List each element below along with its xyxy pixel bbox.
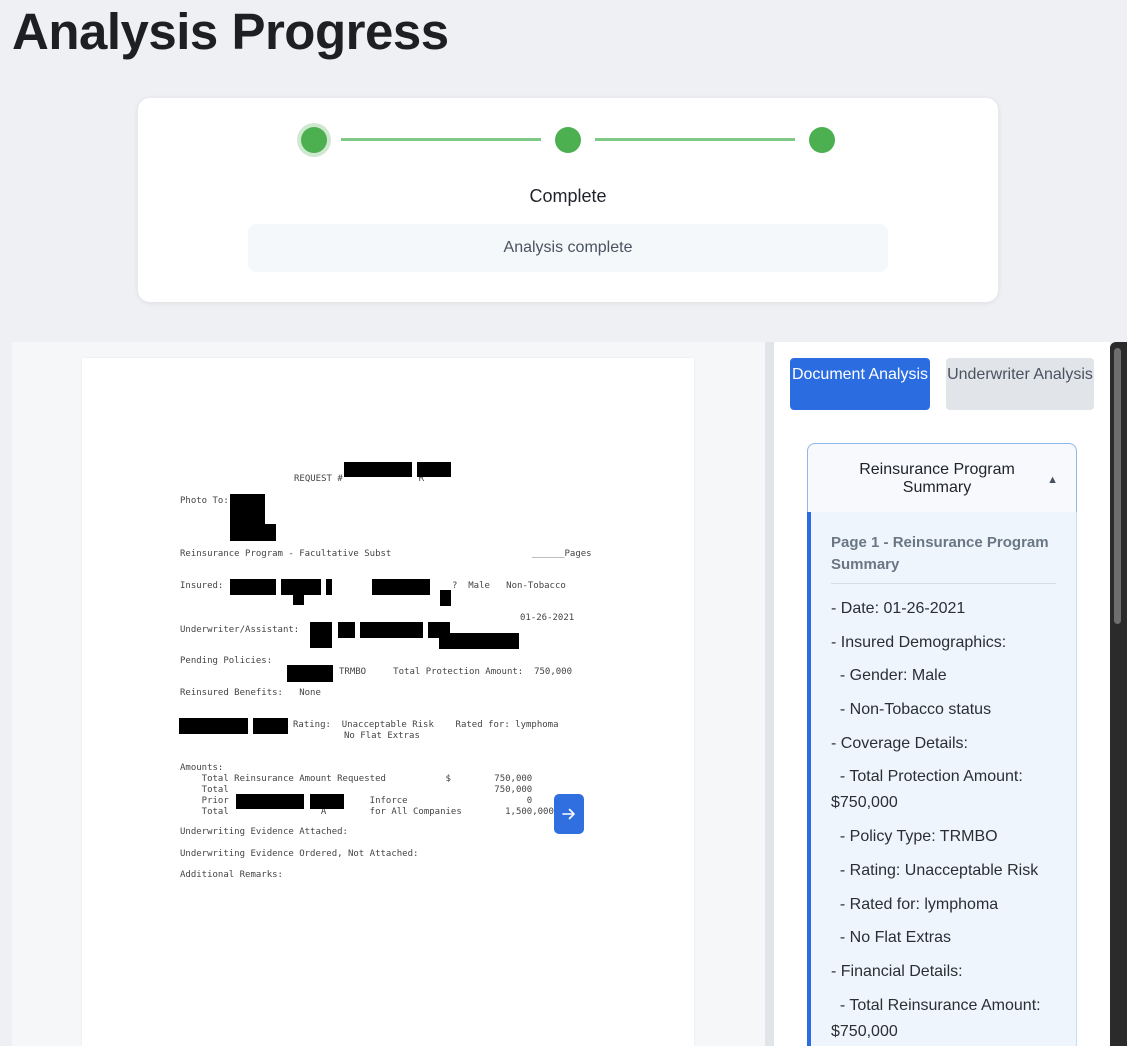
doc-remarks: Additional Remarks: bbox=[180, 870, 283, 880]
step-connector bbox=[341, 138, 541, 141]
accordion-title: Reinsurance Program Summary bbox=[859, 461, 1015, 496]
redaction bbox=[179, 718, 248, 734]
status-message: Analysis complete bbox=[248, 224, 888, 272]
summary-line: - Coverage Details: bbox=[831, 734, 968, 752]
doc-pending-details: TRMBO Total Protection Amount: 750,000 bbox=[339, 667, 572, 677]
step-connector bbox=[595, 138, 795, 141]
document-page: REQUEST # R Photo To: Reinsurance Progra… bbox=[82, 358, 694, 1046]
summary-line: - No Flat Extras bbox=[831, 929, 952, 947]
panel-divider[interactable] bbox=[765, 342, 774, 1046]
tab-document-analysis[interactable]: Document Analysis bbox=[790, 358, 930, 410]
redaction bbox=[344, 462, 412, 477]
document-viewer[interactable]: REQUEST # R Photo To: Reinsurance Progra… bbox=[12, 342, 765, 1046]
doc-rating: Rating: Unacceptable Risk Rated for: lym… bbox=[293, 720, 559, 730]
analysis-panel: Document Analysis Underwriter Analysis R… bbox=[774, 342, 1110, 1046]
page-title: Analysis Progress bbox=[12, 3, 449, 60]
scrollbar[interactable] bbox=[1110, 342, 1127, 1046]
redaction bbox=[230, 579, 276, 595]
redaction bbox=[310, 622, 332, 648]
summary-line: - Financial Details: bbox=[831, 962, 963, 980]
redaction bbox=[439, 633, 519, 649]
summary-line: - Gender: Male bbox=[831, 667, 947, 685]
arrow-right-icon bbox=[562, 808, 575, 820]
doc-insured-details: ? Male Non-Tobacco bbox=[452, 581, 566, 591]
summary-line: - Date: 01-26-2021 bbox=[831, 600, 966, 617]
redaction bbox=[326, 579, 332, 595]
doc-pages: ______Pages bbox=[532, 549, 592, 559]
redaction bbox=[440, 590, 451, 606]
redaction bbox=[230, 494, 265, 524]
doc-photo-to: Photo To: bbox=[180, 496, 229, 506]
redaction bbox=[338, 622, 355, 638]
summary-line: - Policy Type: TRMBO bbox=[831, 828, 998, 846]
summary-line: - Insured Demographics: bbox=[831, 633, 1007, 651]
doc-flat-extras: No Flat Extras bbox=[344, 731, 420, 741]
redaction bbox=[310, 794, 344, 809]
summary-line: - Total Reinsurance Amount: $750,000 bbox=[831, 996, 1046, 1040]
section-heading: Page 1 - Reinsurance Program Summary bbox=[831, 532, 1056, 584]
doc-evidence-ordered: Underwriting Evidence Ordered, Not Attac… bbox=[180, 849, 419, 859]
status-label: Complete bbox=[529, 186, 607, 206]
doc-amounts: Amounts: Total Reinsurance Amount Reques… bbox=[180, 763, 554, 817]
doc-pending-label: Pending Policies: bbox=[180, 656, 273, 666]
doc-date: 01-26-2021 bbox=[520, 613, 575, 623]
summary-line: - Rating: Unacceptable Risk bbox=[831, 861, 1039, 879]
summary-line: - Non-Tobacco status bbox=[831, 701, 992, 719]
summary-accordion-header[interactable]: Reinsurance Program Summary ▲ bbox=[807, 443, 1077, 513]
redaction bbox=[236, 794, 304, 809]
summary-line: - Total Protection Amount: $750,000 bbox=[831, 768, 1028, 812]
redaction bbox=[293, 595, 304, 605]
doc-program-line: Reinsurance Program - Facultative Subst bbox=[180, 549, 392, 559]
redaction bbox=[253, 718, 288, 734]
redaction bbox=[281, 579, 321, 595]
progress-card: Complete Analysis complete bbox=[138, 98, 998, 302]
caret-up-icon: ▲ bbox=[1047, 474, 1058, 486]
step-2-indicator bbox=[555, 127, 581, 153]
next-page-button[interactable] bbox=[554, 794, 584, 834]
summary-line: - Rated for: lymphoma bbox=[831, 895, 999, 913]
redaction bbox=[372, 579, 430, 595]
tab-underwriter-analysis[interactable]: Underwriter Analysis bbox=[946, 358, 1094, 410]
redaction bbox=[230, 524, 276, 541]
redaction bbox=[360, 622, 423, 638]
summary-accordion-body: Page 1 - Reinsurance Program Summary - D… bbox=[807, 512, 1077, 1046]
redaction bbox=[417, 462, 451, 477]
doc-benefits: Reinsured Benefits: None bbox=[180, 688, 321, 698]
scrollbar-thumb[interactable] bbox=[1114, 348, 1121, 624]
step-3-indicator bbox=[809, 127, 835, 153]
doc-evidence-attached: Underwriting Evidence Attached: bbox=[180, 827, 348, 837]
doc-insured-label: Insured: bbox=[180, 581, 224, 591]
redaction bbox=[287, 665, 333, 682]
doc-underwriter-label: Underwriter/Assistant: bbox=[180, 625, 300, 635]
step-1-indicator bbox=[301, 127, 327, 153]
